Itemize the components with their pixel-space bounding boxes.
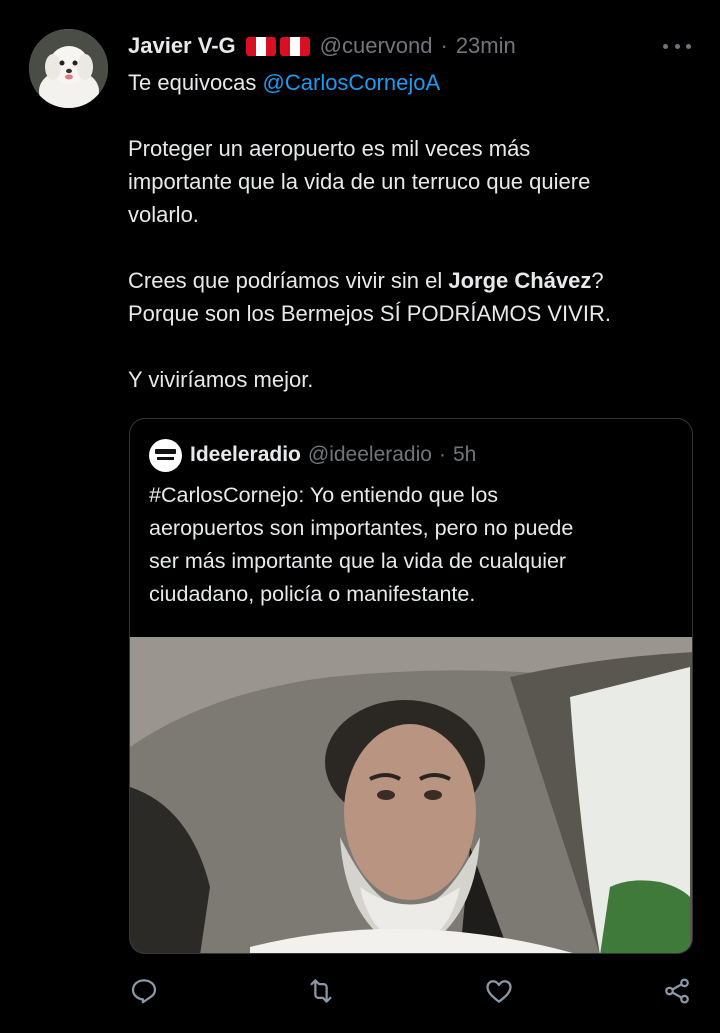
peru-flag-icon (279, 36, 310, 56)
tweet-header: Javier V-G @cuervond · 23min (128, 30, 516, 62)
tweet-timestamp[interactable]: 23min (456, 33, 516, 59)
quoted-tweet[interactable]: Ideeleradio @ideeleradio · 5h #CarlosCor… (129, 418, 693, 954)
quoted-tweet-body: #CarlosCornejo: Yo entiendo que los aero… (149, 479, 679, 611)
tweet-text-span: Crees que podríamos vivir sin el (128, 268, 449, 293)
share-icon[interactable] (662, 976, 692, 1006)
quoted-author-handle[interactable]: @ideeleradio (308, 443, 432, 467)
quoted-header-separator: · (438, 443, 446, 466)
quoted-line: ser más importante que la vida de cualqu… (149, 549, 567, 573)
tweet-line: volarlo. (128, 202, 199, 227)
more-horizontal-icon[interactable] (663, 36, 691, 56)
tweet-text-span: ? (591, 268, 604, 293)
quoted-timestamp[interactable]: 5h (453, 443, 476, 467)
mention-link[interactable]: @CarlosCornejoA (263, 70, 441, 95)
quoted-line: aeropuertos son importantes, pero no pue… (149, 516, 574, 540)
quoted-author-avatar[interactable] (149, 438, 182, 472)
author-name[interactable]: Javier V-G (128, 33, 236, 59)
tweet-line: Te equivocas @CarlosCornejoA (128, 66, 688, 99)
tweet-line: Proteger un aeropuerto es mil veces más (128, 136, 531, 161)
quoted-author-name[interactable]: Ideeleradio (190, 443, 301, 467)
action-bar (0, 970, 720, 1014)
tweet-line: Crees que podríamos vivir sin el Jorge C… (128, 264, 688, 297)
author-avatar[interactable] (29, 29, 108, 108)
retweet-icon[interactable] (306, 976, 336, 1006)
flag-emojis (245, 36, 310, 56)
tweet-line: Y viviríamos mejor. (128, 367, 314, 392)
tweet-text-span: Te equivocas (128, 70, 263, 95)
reply-icon[interactable] (129, 976, 159, 1006)
like-icon[interactable] (484, 976, 514, 1006)
quoted-line: ciudadano, policía o manifestante. (149, 582, 476, 606)
quoted-tweet-header: Ideeleradio @ideeleradio · 5h (149, 438, 476, 472)
quoted-tweet-photo[interactable] (130, 637, 692, 953)
quoted-line: #CarlosCornejo: Yo entiendo que los (149, 483, 499, 507)
tweet-line: Porque son los Bermejos SÍ PODRÍAMOS VIV… (128, 301, 611, 326)
tweet-bold-text: Jorge Chávez (448, 268, 592, 293)
peru-flag-icon (245, 36, 276, 56)
tweet-line: importante que la vida de un terruco que… (128, 169, 591, 194)
author-handle[interactable]: @cuervond (320, 33, 433, 59)
tweet-body: Te equivocas @CarlosCornejoA Proteger un… (128, 66, 688, 396)
header-separator: · (440, 33, 448, 58)
